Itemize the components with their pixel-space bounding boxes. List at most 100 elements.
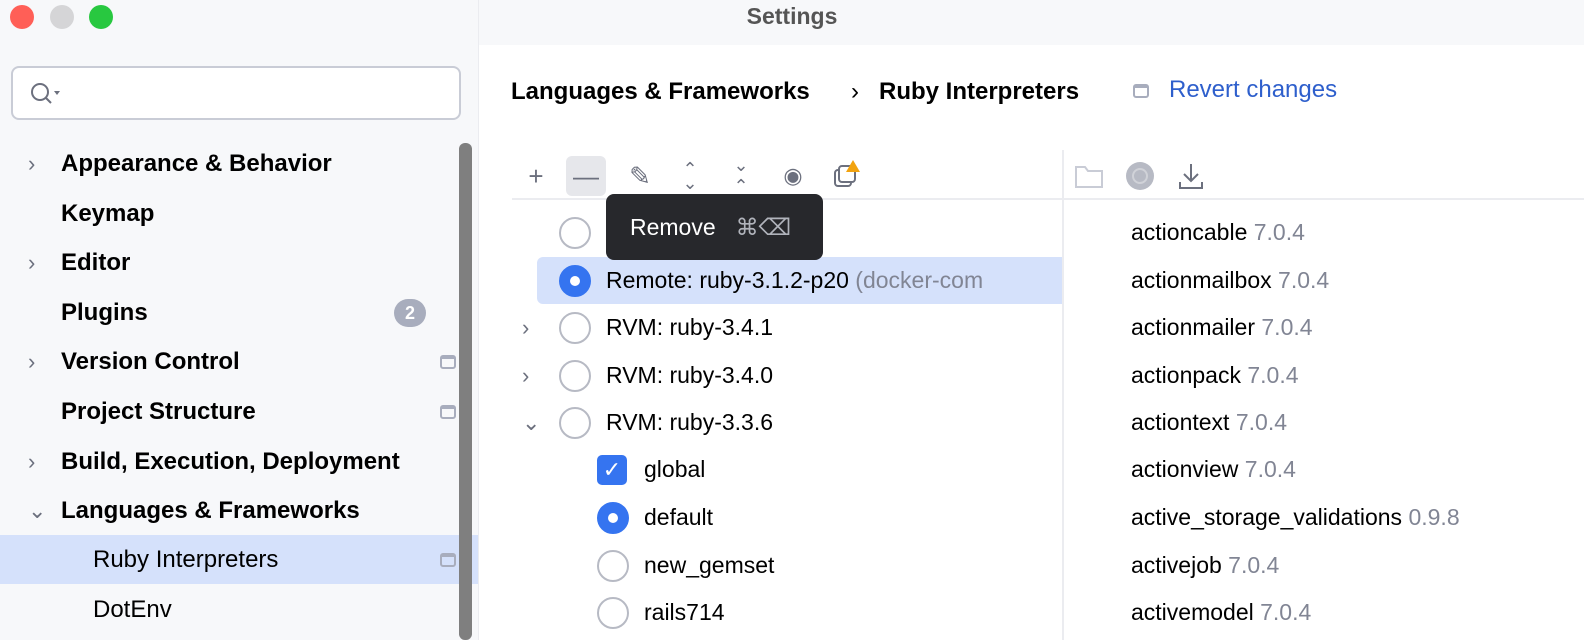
breadcrumb-parent[interactable]: Languages & Frameworks <box>511 78 810 106</box>
radio-button[interactable] <box>559 311 591 344</box>
chevron-down-icon[interactable]: ⌄ <box>28 498 46 524</box>
interpreter-row[interactable]: default <box>512 494 1062 541</box>
copy-warning-button[interactable] <box>825 156 865 196</box>
chevron-icon[interactable]: ⌄ <box>522 410 540 436</box>
interpreter-name: RVM: ruby-3.3.6 <box>606 409 774 435</box>
zoom-window-button[interactable] <box>89 5 113 29</box>
interpreter-label: RVM: ruby-3.3.6 <box>606 409 773 436</box>
sidebar-item[interactable]: › Appearance & Behavior <box>0 139 478 188</box>
collapse-icon: ⌄ ⌃ <box>733 155 749 196</box>
sidebar-item-label: Project Structure <box>61 397 256 425</box>
sidebar-item-label: DotEnv <box>93 595 172 623</box>
gem-row[interactable]: actioncable 7.0.4 <box>1131 209 1305 256</box>
interpreter-row[interactable]: ✓ global <box>512 446 1062 493</box>
chevron-right-icon[interactable]: › <box>28 349 35 375</box>
window-icon <box>1133 84 1149 98</box>
radio-button[interactable] <box>559 216 591 249</box>
gem-version: 0.9.8 <box>1408 504 1460 530</box>
close-window-button[interactable] <box>10 5 34 29</box>
gem-version: 7.0.4 <box>1260 599 1312 625</box>
interpreter-label: default <box>644 504 713 531</box>
chevron-right-icon[interactable]: › <box>28 250 35 276</box>
interpreter-row[interactable]: ⌄ RVM: ruby-3.3.6 <box>512 399 1062 446</box>
sidebar-item[interactable]: › Editor <box>0 238 478 287</box>
sidebar-item-label: Keymap <box>61 199 155 227</box>
sidebar-item-label: Appearance & Behavior <box>61 149 332 177</box>
chevron-right-icon[interactable]: › <box>28 151 35 177</box>
sidebar-item[interactable]: Project Structure <box>0 387 478 436</box>
interpreter-label: global <box>644 456 705 483</box>
interpreter-row[interactable]: new_gemset <box>512 542 1062 589</box>
gem-source-button[interactable] <box>1120 156 1160 196</box>
interpreter-row[interactable]: › RVM: ruby-3.4.1 <box>512 304 1062 351</box>
copy-warning-icon <box>834 160 860 187</box>
gem-name: actionpack <box>1131 362 1241 388</box>
radio-button[interactable] <box>597 549 629 582</box>
checkbox[interactable]: ✓ <box>597 454 627 485</box>
gem-row[interactable]: activemodel 7.0.4 <box>1131 589 1311 636</box>
radio-button[interactable] <box>597 501 629 534</box>
gem-row[interactable]: activejob 7.0.4 <box>1131 542 1279 589</box>
show-button[interactable]: ◉ <box>773 156 813 196</box>
gem-row[interactable]: actionmailbox 7.0.4 <box>1131 257 1329 304</box>
radio-button[interactable] <box>559 264 591 297</box>
sidebar-item-label: Ruby Interpreters <box>93 545 279 573</box>
add-button[interactable]: + <box>516 156 556 196</box>
sidebar-item-label: Languages & Frameworks <box>61 496 360 524</box>
circle-icon <box>1126 162 1154 190</box>
radio-button[interactable] <box>559 406 591 439</box>
gem-row[interactable]: active_storage_validations 0.9.8 <box>1131 494 1460 541</box>
gem-name: actiontext <box>1131 409 1230 435</box>
gem-version: 7.0.4 <box>1247 362 1299 388</box>
chevron-right-icon[interactable]: › <box>28 449 35 475</box>
search-input[interactable] <box>11 66 461 120</box>
interpreter-label: new_gemset <box>644 552 774 579</box>
gem-row[interactable]: actionpack 7.0.4 <box>1131 352 1299 399</box>
remove-button[interactable]: — <box>566 156 606 196</box>
sidebar-item-label: Editor <box>61 248 131 276</box>
expand-all-button[interactable]: ⌃ ⌄ <box>670 156 710 196</box>
sidebar-item[interactable]: Ruby Interpreters <box>0 535 478 584</box>
gem-version: 7.0.4 <box>1253 219 1305 245</box>
revert-changes-link[interactable]: Revert changes <box>1169 76 1337 104</box>
gem-row[interactable]: actionview 7.0.4 <box>1131 446 1296 493</box>
gem-row[interactable]: actiontext 7.0.4 <box>1131 399 1287 446</box>
sidebar-item[interactable]: Keymap <box>0 189 478 238</box>
sidebar-item[interactable]: DotEnv <box>0 585 478 634</box>
install-button[interactable] <box>1171 156 1211 196</box>
gem-name: actionview <box>1131 456 1239 482</box>
radio-button[interactable] <box>559 359 591 392</box>
chevron-icon[interactable]: › <box>522 315 529 341</box>
edit-button[interactable]: ✎ <box>620 156 660 196</box>
sidebar-scrollbar[interactable] <box>459 143 472 640</box>
sidebar-item[interactable]: › Version Control <box>0 337 478 386</box>
interpreter-row[interactable]: › RVM: ruby-3.4.0 <box>512 352 1062 399</box>
interpreter-row[interactable]: Remote: ruby-3.1.2-p20 (docker-com <box>537 257 1062 304</box>
sidebar-item[interactable]: Plugins 2 <box>0 288 478 337</box>
interpreter-label: RVM: ruby-3.4.0 <box>606 362 773 389</box>
interpreter-name: Remote: ruby-3.1.2-p20 <box>606 267 849 293</box>
collapse-all-button[interactable]: ⌄ ⌃ <box>721 155 761 196</box>
breadcrumb-current: Ruby Interpreters <box>879 78 1080 105</box>
interpreter-name: RVM: ruby-3.4.0 <box>606 362 774 388</box>
sidebar-item[interactable]: ⌄ Languages & Frameworks <box>0 486 478 535</box>
minimize-window-button[interactable] <box>50 5 74 29</box>
radio-button[interactable] <box>597 596 629 629</box>
interpreter-source: (docker-com <box>848 267 984 293</box>
interpreter-name: RVM: ruby-3.4.1 <box>606 314 774 340</box>
interpreter-name: rails714 <box>644 599 725 625</box>
gem-version: 7.0.4 <box>1261 314 1313 340</box>
panel-divider <box>1062 150 1064 640</box>
interpreter-label: rails714 <box>644 599 725 626</box>
sidebar-item[interactable]: › Build, Execution, Deployment <box>0 437 478 486</box>
window-icon <box>440 354 456 369</box>
interpreter-row[interactable]: rails714 <box>512 589 1062 636</box>
gem-row[interactable]: actionmailer 7.0.4 <box>1131 304 1313 351</box>
open-folder-button[interactable] <box>1069 156 1109 196</box>
tooltip-shortcut: ⌘⌫ <box>735 213 792 240</box>
pencil-icon: ✎ <box>629 160 651 191</box>
count-badge: 2 <box>394 298 426 327</box>
gem-version: 7.0.4 <box>1228 552 1280 578</box>
gem-version: 7.0.4 <box>1244 456 1296 482</box>
chevron-icon[interactable]: › <box>522 363 529 389</box>
